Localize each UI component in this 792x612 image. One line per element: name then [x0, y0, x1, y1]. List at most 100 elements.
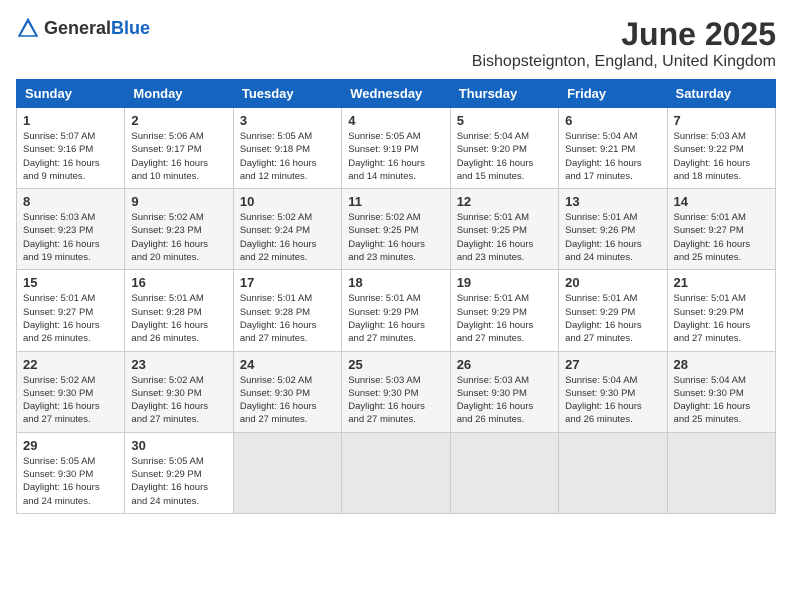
day-detail: Sunrise: 5:01 AMSunset: 9:26 PMDaylight:… — [565, 211, 660, 264]
logo-blue-text: Blue — [111, 18, 150, 38]
calendar-row-3: 15 Sunrise: 5:01 AMSunset: 9:27 PMDayligh… — [17, 270, 776, 351]
day-number: 24 — [240, 357, 335, 372]
calendar-row-5: 29 Sunrise: 5:05 AMSunset: 9:30 PMDayligh… — [17, 432, 776, 513]
table-row: 11 Sunrise: 5:02 AMSunset: 9:25 PMDayligh… — [342, 189, 450, 270]
table-row: 19 Sunrise: 5:01 AMSunset: 9:29 PMDayligh… — [450, 270, 558, 351]
day-number: 2 — [131, 113, 226, 128]
day-detail: Sunrise: 5:04 AMSunset: 9:30 PMDaylight:… — [674, 374, 769, 427]
day-detail: Sunrise: 5:04 AMSunset: 9:20 PMDaylight:… — [457, 130, 552, 183]
logo-general-text: General — [44, 18, 111, 38]
day-detail: Sunrise: 5:04 AMSunset: 9:21 PMDaylight:… — [565, 130, 660, 183]
calendar-row-2: 8Sunrise: 5:03 AMSunset: 9:23 PMDaylight… — [17, 189, 776, 270]
table-row: 16 Sunrise: 5:01 AMSunset: 9:28 PMDayligh… — [125, 270, 233, 351]
weekday-header-monday: Monday — [125, 80, 233, 108]
table-row — [342, 432, 450, 513]
day-detail: Sunrise: 5:02 AMSunset: 9:25 PMDaylight:… — [348, 211, 443, 264]
month-year: June 2025 — [472, 16, 776, 53]
day-detail: Sunrise: 5:01 AMSunset: 9:29 PMDaylight:… — [565, 292, 660, 345]
table-row: 5 Sunrise: 5:04 AMSunset: 9:20 PMDaylight… — [450, 108, 558, 189]
day-detail: Sunrise: 5:01 AMSunset: 9:29 PMDaylight:… — [457, 292, 552, 345]
calendar: SundayMondayTuesdayWednesdayThursdayFrid… — [16, 79, 776, 514]
weekday-header-wednesday: Wednesday — [342, 80, 450, 108]
day-detail: Sunrise: 5:03 AMSunset: 9:23 PMDaylight:… — [23, 211, 118, 264]
table-row: 18 Sunrise: 5:01 AMSunset: 9:29 PMDayligh… — [342, 270, 450, 351]
day-detail: Sunrise: 5:01 AMSunset: 9:28 PMDaylight:… — [131, 292, 226, 345]
table-row: 23Sunrise: 5:02 AMSunset: 9:30 PMDayligh… — [125, 351, 233, 432]
weekday-header-friday: Friday — [559, 80, 667, 108]
table-row: 10Sunrise: 5:02 AMSunset: 9:24 PMDayligh… — [233, 189, 341, 270]
table-row: 21 Sunrise: 5:01 AMSunset: 9:29 PMDayligh… — [667, 270, 775, 351]
day-number: 9 — [131, 194, 226, 209]
day-detail: Sunrise: 5:05 AMSunset: 9:18 PMDaylight:… — [240, 130, 335, 183]
day-detail: Sunrise: 5:02 AMSunset: 9:23 PMDaylight:… — [131, 211, 226, 264]
day-number: 16 — [131, 275, 226, 290]
table-row: 7 Sunrise: 5:03 AMSunset: 9:22 PMDaylight… — [667, 108, 775, 189]
day-number: 5 — [457, 113, 552, 128]
header: GeneralBlue June 2025 Bishopsteignton, E… — [16, 16, 776, 71]
day-number: 14 — [674, 194, 769, 209]
day-detail: Sunrise: 5:01 AMSunset: 9:27 PMDaylight:… — [23, 292, 118, 345]
table-row — [559, 432, 667, 513]
table-row — [450, 432, 558, 513]
day-number: 7 — [674, 113, 769, 128]
weekday-header-saturday: Saturday — [667, 80, 775, 108]
table-row: 15 Sunrise: 5:01 AMSunset: 9:27 PMDayligh… — [17, 270, 125, 351]
table-row: 24 Sunrise: 5:02 AMSunset: 9:30 PMDayligh… — [233, 351, 341, 432]
table-row: 22Sunrise: 5:02 AMSunset: 9:30 PMDayligh… — [17, 351, 125, 432]
table-row: 1 Sunrise: 5:07 AMSunset: 9:16 PMDaylight… — [17, 108, 125, 189]
logo: GeneralBlue — [16, 16, 150, 40]
table-row: 6 Sunrise: 5:04 AMSunset: 9:21 PMDaylight… — [559, 108, 667, 189]
day-number: 15 — [23, 275, 118, 290]
day-number: 18 — [348, 275, 443, 290]
day-number: 6 — [565, 113, 660, 128]
table-row: 8Sunrise: 5:03 AMSunset: 9:23 PMDaylight… — [17, 189, 125, 270]
day-detail: Sunrise: 5:01 AMSunset: 9:29 PMDaylight:… — [674, 292, 769, 345]
day-number: 17 — [240, 275, 335, 290]
day-number: 11 — [348, 194, 443, 209]
day-number: 10 — [240, 194, 335, 209]
weekday-header-thursday: Thursday — [450, 80, 558, 108]
day-number: 19 — [457, 275, 552, 290]
day-detail: Sunrise: 5:01 AMSunset: 9:29 PMDaylight:… — [348, 292, 443, 345]
table-row: 4Sunrise: 5:05 AMSunset: 9:19 PMDaylight… — [342, 108, 450, 189]
day-number: 26 — [457, 357, 552, 372]
day-detail: Sunrise: 5:01 AMSunset: 9:27 PMDaylight:… — [674, 211, 769, 264]
day-number: 25 — [348, 357, 443, 372]
calendar-row-4: 22 Sunrise: 5:02 AMSunset: 9:30 PMDayligh… — [17, 351, 776, 432]
table-row: 3 Sunrise: 5:05 AMSunset: 9:18 PMDaylight… — [233, 108, 341, 189]
day-detail: Sunrise: 5:03 AMSunset: 9:22 PMDaylight:… — [674, 130, 769, 183]
day-detail: Sunrise: 5:04 AMSunset: 9:30 PMDaylight:… — [565, 374, 660, 427]
day-number: 22 — [23, 357, 118, 372]
table-row: 30Sunrise: 5:05 AMSunset: 9:29 PMDayligh… — [125, 432, 233, 513]
table-row — [667, 432, 775, 513]
weekday-header-row: SundayMondayTuesdayWednesdayThursdayFrid… — [17, 80, 776, 108]
day-number: 29 — [23, 438, 118, 453]
table-row: 13Sunrise: 5:01 AMSunset: 9:26 PMDayligh… — [559, 189, 667, 270]
day-number: 3 — [240, 113, 335, 128]
day-number: 12 — [457, 194, 552, 209]
day-detail: Sunrise: 5:07 AMSunset: 9:16 PMDaylight:… — [23, 130, 118, 183]
day-detail: Sunrise: 5:02 AMSunset: 9:30 PMDaylight:… — [240, 374, 335, 427]
table-row: 27Sunrise: 5:04 AMSunset: 9:30 PMDayligh… — [559, 351, 667, 432]
weekday-header-tuesday: Tuesday — [233, 80, 341, 108]
day-detail: Sunrise: 5:05 AMSunset: 9:30 PMDaylight:… — [23, 455, 118, 508]
table-row — [233, 432, 341, 513]
day-number: 28 — [674, 357, 769, 372]
day-number: 21 — [674, 275, 769, 290]
table-row: 26Sunrise: 5:03 AMSunset: 9:30 PMDayligh… — [450, 351, 558, 432]
table-row: 28 Sunrise: 5:04 AMSunset: 9:30 PMDayligh… — [667, 351, 775, 432]
logo-icon — [16, 16, 40, 40]
day-number: 20 — [565, 275, 660, 290]
location: Bishopsteignton, England, United Kingdom — [472, 53, 776, 71]
table-row: 14 Sunrise: 5:01 AMSunset: 9:27 PMDayligh… — [667, 189, 775, 270]
day-detail: Sunrise: 5:05 AMSunset: 9:19 PMDaylight:… — [348, 130, 443, 183]
weekday-header-sunday: Sunday — [17, 80, 125, 108]
day-detail: Sunrise: 5:02 AMSunset: 9:30 PMDaylight:… — [131, 374, 226, 427]
day-detail: Sunrise: 5:01 AMSunset: 9:25 PMDaylight:… — [457, 211, 552, 264]
day-number: 1 — [23, 113, 118, 128]
table-row: 12 Sunrise: 5:01 AMSunset: 9:25 PMDayligh… — [450, 189, 558, 270]
table-row: 9 Sunrise: 5:02 AMSunset: 9:23 PMDaylight… — [125, 189, 233, 270]
table-row: 2Sunrise: 5:06 AMSunset: 9:17 PMDaylight… — [125, 108, 233, 189]
day-number: 30 — [131, 438, 226, 453]
table-row: 25Sunrise: 5:03 AMSunset: 9:30 PMDayligh… — [342, 351, 450, 432]
